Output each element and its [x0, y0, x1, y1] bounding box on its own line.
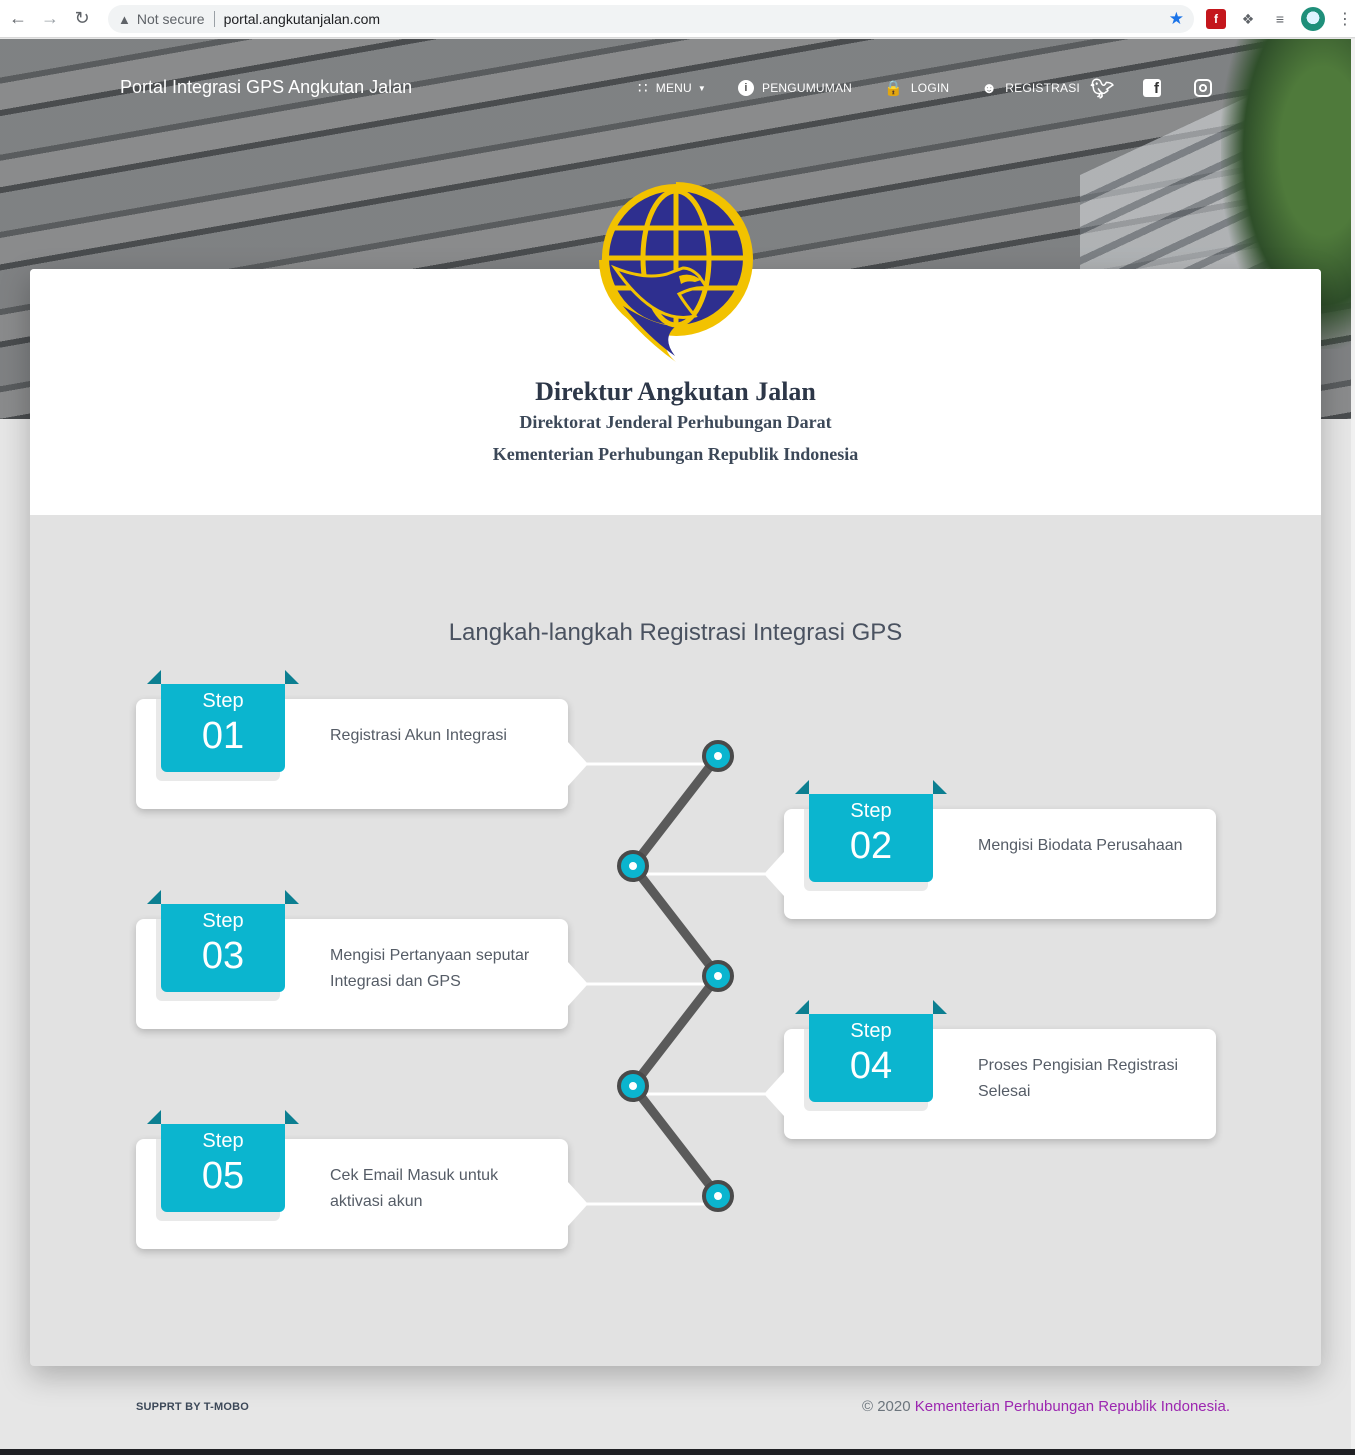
grid-icon: ∷ [638, 80, 648, 97]
security-label: Not secure [136, 11, 205, 27]
step-05-text: Cek Email Masuk untuk aktivasi akun [330, 1167, 499, 1210]
top-navigation: ∷ MENU ▼ i PENGUMUMAN 🔒 LOGIN ☻ REGISTRA… [638, 79, 1112, 98]
lock-icon: 🔒 [884, 80, 903, 97]
step-number: 03 [201, 935, 245, 977]
site-brand[interactable]: Portal Integrasi GPS Angkutan Jalan [120, 77, 412, 98]
nav-login[interactable]: 🔒 LOGIN [884, 79, 949, 97]
browser-toolbar: ← → ↻ ▲ Not secure portal.angkutanjalan.… [0, 0, 1355, 38]
address-bar[interactable]: ▲ Not secure portal.angkutanjalan.com ★ [108, 5, 1194, 33]
nav-menu-label: MENU [655, 81, 692, 95]
scrollbar[interactable] [1351, 39, 1355, 1449]
ministry-link[interactable]: Kementerian Perhubungan Republik Indones… [915, 1398, 1230, 1415]
url-text[interactable]: portal.angkutanjalan.com [224, 11, 380, 27]
user-check-icon: ☻ [981, 79, 998, 97]
kemenhub-logo [599, 182, 753, 362]
org-subtitle-directorate: Direktorat Jenderal Perhubungan Darat [519, 412, 832, 432]
step-04-text: Proses Pengisian Registrasi Selesai [978, 1057, 1179, 1100]
step-02-text: Mengisi Biodata Perusahaan [978, 837, 1183, 854]
step-03-text: Mengisi Pertanyaan seputar Integrasi dan… [330, 947, 530, 990]
nav-pengumuman[interactable]: i PENGUMUMAN [738, 80, 852, 96]
copyright-year: © 2020 [862, 1398, 911, 1415]
back-icon[interactable]: ← [4, 5, 32, 33]
nav-registrasi[interactable]: ☻ REGISTRASI [981, 80, 1080, 97]
reload-icon[interactable]: ↻ [68, 5, 96, 33]
step-label: Step [202, 690, 244, 712]
step-number: 02 [849, 825, 893, 867]
step-badge-04: Step 04 [795, 1000, 947, 1102]
step-label: Step [850, 1020, 892, 1042]
divider [213, 11, 215, 27]
footer-support-text: SUPPRT BY T-MOBO [136, 1401, 250, 1413]
step-badge-05: Step 05 [147, 1110, 299, 1212]
facebook-icon[interactable]: f [1143, 79, 1161, 97]
step-label: Step [202, 910, 244, 932]
org-title: Direktur Angkutan Jalan [535, 377, 816, 406]
flash-extension-icon[interactable]: f [1206, 9, 1226, 29]
bottom-strip [0, 1449, 1355, 1455]
footer-copyright: © 2020 Kementerian Perhubungan Republik … [862, 1398, 1230, 1415]
extensions-puzzle-icon[interactable]: ❖ [1238, 9, 1258, 29]
profile-avatar[interactable] [1301, 7, 1325, 31]
forward-icon[interactable]: → [36, 5, 64, 33]
step-badge-03: Step 03 [147, 890, 299, 992]
info-icon: i [738, 80, 755, 96]
instagram-icon[interactable] [1194, 79, 1212, 97]
bookmark-star-icon[interactable]: ★ [1169, 9, 1184, 29]
step-number: 01 [201, 715, 245, 757]
step-label: Step [850, 800, 892, 822]
nav-menu[interactable]: ∷ MENU ▼ [638, 79, 706, 97]
org-subtitle-ministry: Kementerian Perhubungan Republik Indones… [492, 444, 859, 464]
nav-registrasi-label: REGISTRASI [1005, 81, 1080, 95]
step-badge-01: Step 01 [147, 670, 299, 772]
step-label: Step [202, 1130, 244, 1152]
nav-login-label: LOGIN [910, 81, 950, 95]
warning-icon: ▲ [118, 11, 131, 27]
step-number: 04 [849, 1045, 893, 1087]
step-badge-02: Step 02 [795, 780, 947, 882]
more-menu-icon[interactable]: ⋮ [1335, 9, 1355, 29]
steps-section-title: Langkah-langkah Registrasi Integrasi GPS [448, 619, 903, 646]
step-number: 05 [201, 1155, 245, 1197]
twitter-icon[interactable]: 🐦︎ [1090, 77, 1114, 101]
step-01-text: Registrasi Akun Integrasi [330, 727, 507, 744]
nav-pengumuman-label: PENGUMUMAN [762, 81, 853, 95]
media-control-icon[interactable]: ≡ [1270, 9, 1290, 29]
caret-down-icon: ▼ [697, 83, 707, 93]
